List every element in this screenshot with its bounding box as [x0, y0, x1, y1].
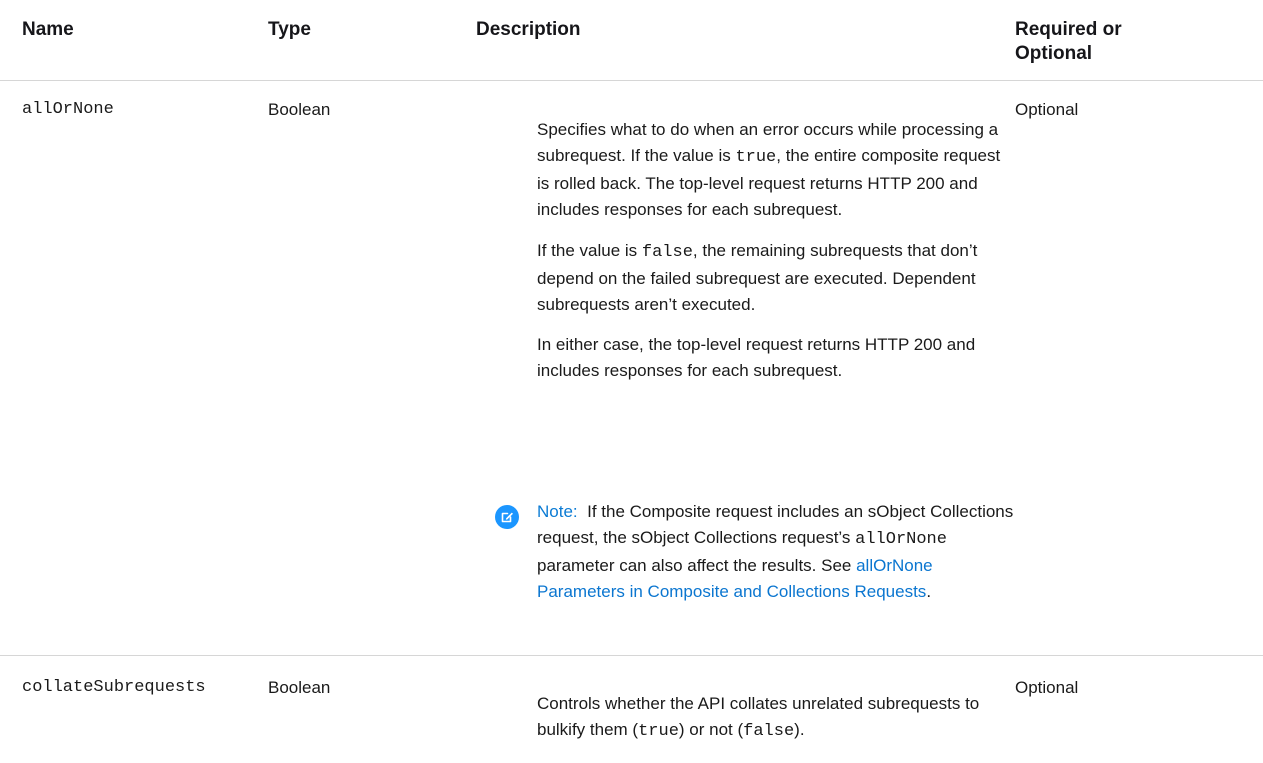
description-paragraph: Controls whether the API collates unrela…	[537, 691, 1007, 745]
column-header-required-line1: Required or	[1015, 19, 1122, 40]
column-header-type: Type	[268, 19, 311, 40]
row-divider	[0, 655, 1263, 656]
code-value: false	[743, 722, 795, 741]
code-value: false	[641, 243, 693, 262]
description-paragraph: If the value is false, the remaining sub…	[537, 238, 1007, 318]
note-paragraph: Note: If the Composite request includes …	[537, 499, 1017, 605]
column-header-description: Description	[476, 19, 581, 40]
code-value: allOrNone	[855, 530, 947, 549]
description-text: ).	[794, 720, 805, 739]
column-header-required: Required or Optional	[1015, 18, 1195, 66]
param-type: Boolean	[268, 678, 331, 697]
code-value: true	[638, 722, 679, 741]
note-label: Note:	[537, 502, 578, 521]
header-divider	[0, 80, 1263, 81]
column-header-name: Name	[22, 19, 74, 40]
param-required: Optional	[1015, 678, 1079, 697]
note-text: parameter can also affect the results. S…	[537, 556, 857, 575]
description-text: If the value is	[537, 241, 642, 260]
param-type: Boolean	[268, 100, 331, 119]
param-name: allOrNone	[22, 100, 114, 119]
description-text: ) or not (	[678, 720, 744, 739]
note-edit-icon	[495, 505, 519, 529]
note-text: .	[926, 582, 932, 601]
description-paragraph: Specifies what to do when an error occur…	[537, 117, 1007, 223]
code-value: true	[735, 148, 777, 167]
description-paragraph: In either case, the top-level request re…	[537, 335, 976, 380]
param-name: collateSubrequests	[22, 678, 206, 697]
param-required: Optional	[1015, 100, 1079, 119]
column-header-required-line2: Optional	[1015, 43, 1093, 64]
